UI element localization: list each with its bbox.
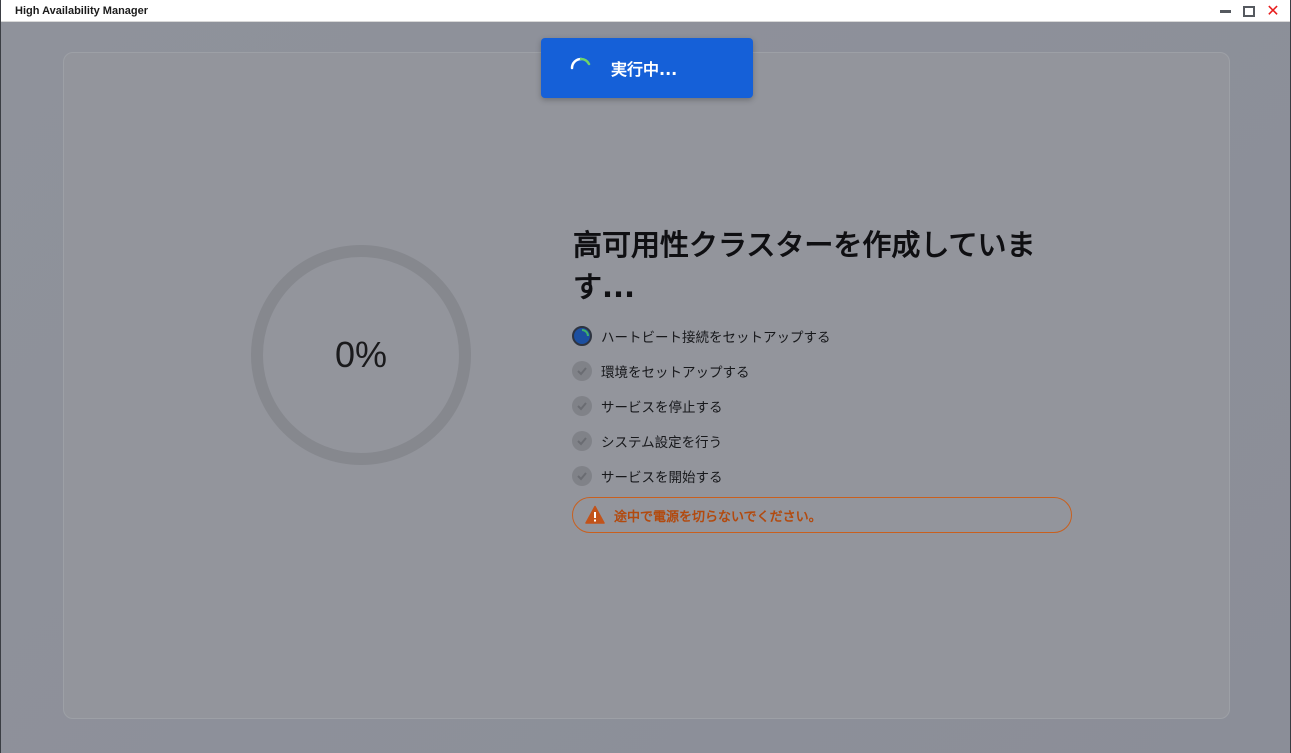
minimize-icon[interactable] bbox=[1218, 4, 1232, 18]
warning-text: 途中で電源を切らないでください。 bbox=[614, 509, 822, 525]
status-toast: 実行中... bbox=[541, 38, 753, 98]
list-item: 環境をセットアップする bbox=[572, 353, 831, 388]
step-list: ハートビート接続をセットアップする 環境をセットアップする サービスを停止する … bbox=[572, 318, 831, 493]
list-item: サービスを停止する bbox=[572, 388, 831, 423]
toast-text: 実行中... bbox=[611, 60, 678, 79]
page-title: 高可用性クラスターを作成しています... bbox=[573, 228, 1036, 304]
list-item: サービスを開始する bbox=[572, 458, 831, 493]
list-item: システム設定を行う bbox=[572, 423, 831, 458]
title-bar: High Availability Manager ✕ bbox=[1, 0, 1290, 22]
step-label: 環境をセットアップする bbox=[601, 364, 750, 381]
maximize-icon[interactable] bbox=[1242, 4, 1256, 18]
step-label: システム設定を行う bbox=[601, 434, 723, 451]
step-label: サービスを開始する bbox=[601, 469, 723, 486]
list-item: ハートビート接続をセットアップする bbox=[572, 318, 831, 353]
warning-icon bbox=[585, 505, 605, 525]
check-icon bbox=[572, 465, 592, 486]
spinner-icon bbox=[569, 56, 593, 80]
check-icon bbox=[572, 360, 592, 381]
close-icon[interactable]: ✕ bbox=[1266, 3, 1280, 19]
warning-banner: 途中で電源を切らないでください。 bbox=[572, 497, 1072, 533]
in-progress-icon bbox=[572, 325, 592, 346]
window-title: High Availability Manager bbox=[15, 4, 149, 17]
progress-ring: 0% bbox=[251, 245, 471, 465]
window-controls: ✕ bbox=[1218, 0, 1280, 22]
progress-percent: 0% bbox=[334, 334, 388, 375]
app-window: High Availability Manager ✕ 0% 高可用性クラスター… bbox=[0, 0, 1291, 753]
check-icon bbox=[572, 395, 592, 416]
step-label: サービスを停止する bbox=[601, 399, 723, 416]
step-label: ハートビート接続をセットアップする bbox=[601, 329, 831, 346]
check-icon bbox=[572, 430, 592, 451]
